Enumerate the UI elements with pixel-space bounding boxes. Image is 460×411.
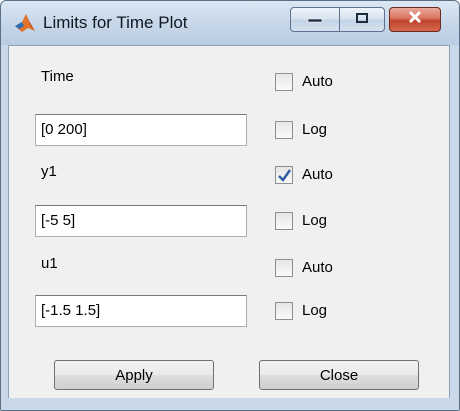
matlab-icon — [14, 12, 36, 34]
y1-limits-input[interactable]: [-5 5] — [35, 205, 247, 237]
y1-log-checkbox[interactable] — [275, 212, 293, 230]
u1-auto-checkbox[interactable] — [275, 259, 293, 277]
u1-limits-input[interactable]: [-1.5 1.5] — [35, 295, 247, 327]
y1-auto-label: Auto — [302, 166, 333, 183]
minimize-icon — [306, 11, 324, 29]
u1-log-checkbox[interactable] — [275, 302, 293, 320]
dialog-window: Limits for Time Plot Time Auto [0 200] L… — [0, 0, 460, 411]
y1-label: y1 — [41, 163, 57, 180]
apply-button[interactable]: Apply — [54, 360, 214, 390]
time-auto-label: Auto — [302, 73, 333, 90]
window-close-button[interactable] — [389, 7, 441, 32]
u1-auto-label: Auto — [302, 259, 333, 276]
maximize-icon — [355, 11, 369, 29]
minimize-button[interactable] — [290, 7, 340, 32]
time-limits-input[interactable]: [0 200] — [35, 114, 247, 146]
window-title: Limits for Time Plot — [43, 13, 188, 32]
time-log-checkbox[interactable] — [275, 121, 293, 139]
maximize-button[interactable] — [340, 7, 385, 32]
y1-auto-checkbox[interactable] — [275, 166, 293, 184]
u1-label: u1 — [41, 255, 58, 272]
window-bottom-frame — [1, 398, 459, 410]
close-button[interactable]: Close — [259, 360, 419, 390]
time-log-label: Log — [302, 121, 328, 138]
close-icon — [407, 10, 423, 29]
u1-log-label: Log — [302, 302, 328, 319]
time-auto-checkbox[interactable] — [275, 73, 293, 91]
y1-log-label: Log — [302, 212, 328, 229]
title-bar[interactable]: Limits for Time Plot — [1, 1, 459, 45]
time-label: Time — [41, 68, 74, 85]
dialog-content: Time Auto [0 200] Log y1 Auto [-5 5] Log… — [8, 45, 450, 400]
checkmark-icon — [278, 169, 291, 182]
